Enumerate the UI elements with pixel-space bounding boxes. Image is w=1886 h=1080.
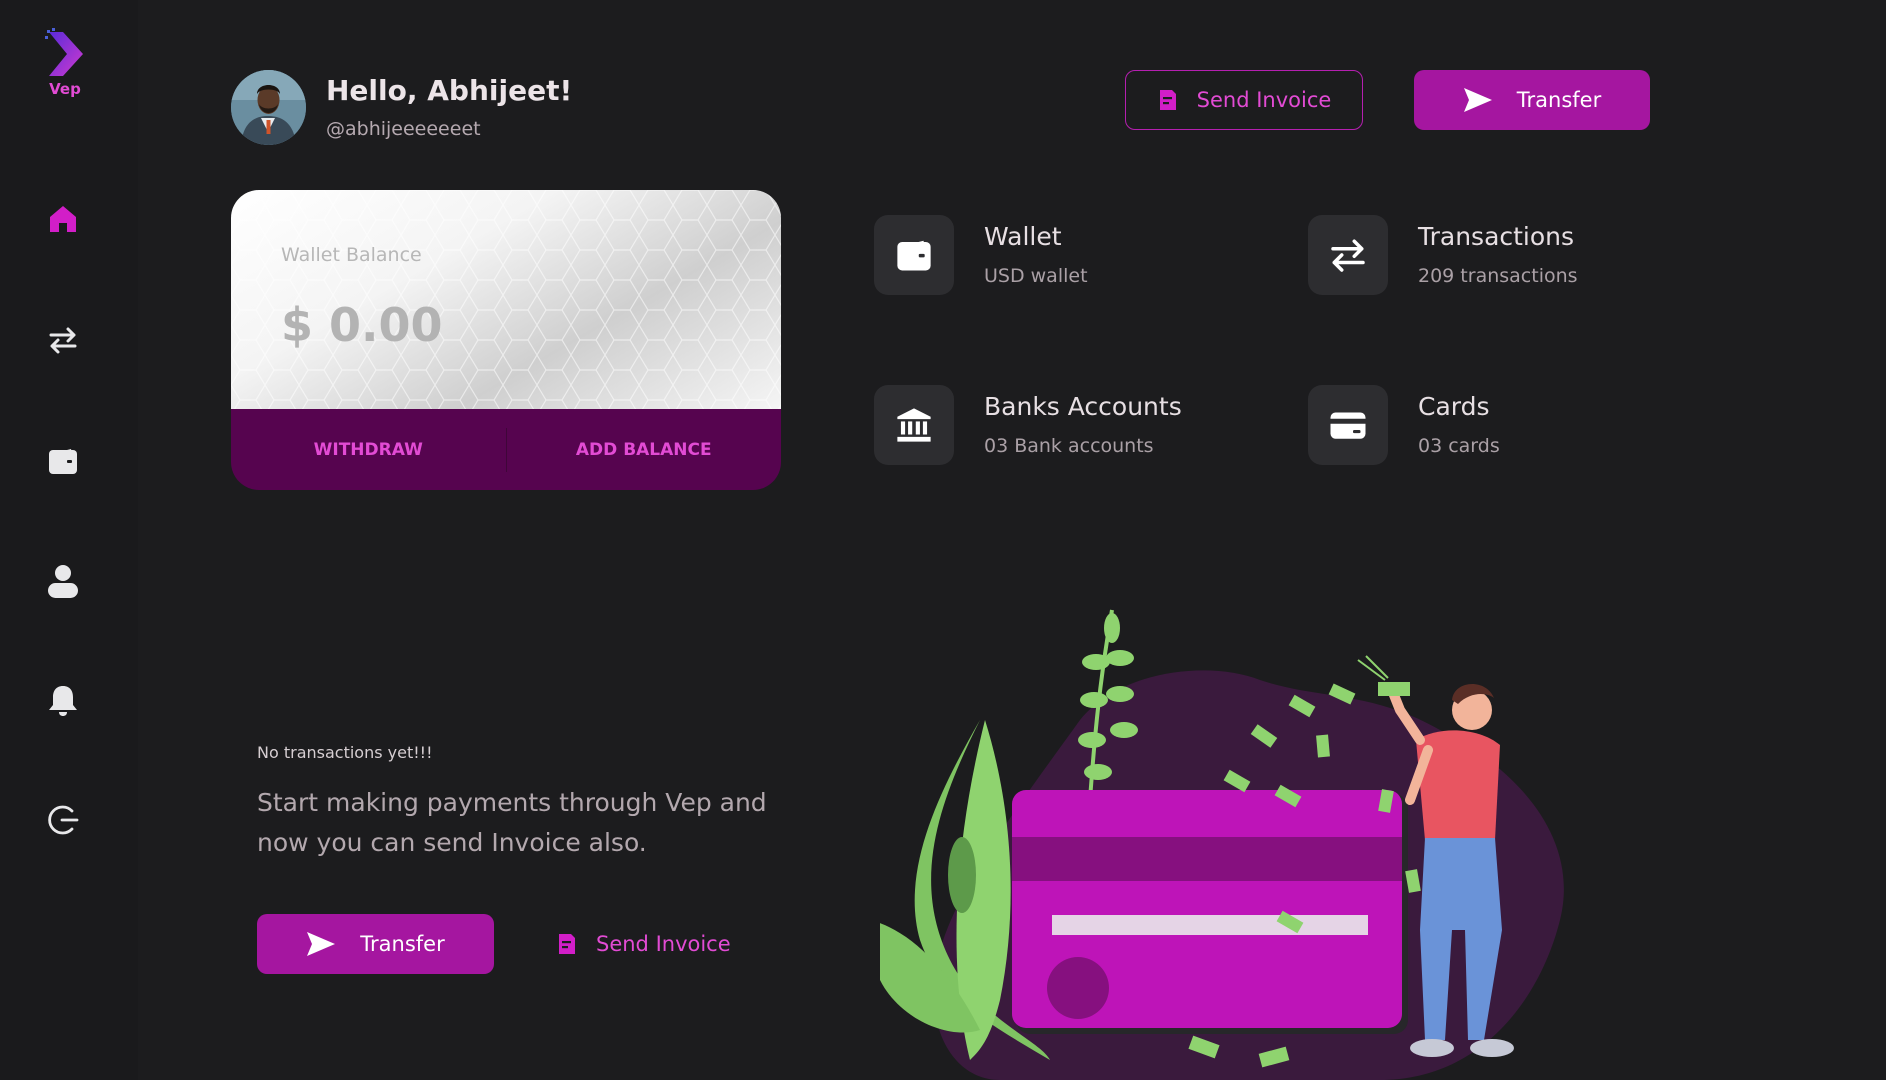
avatar[interactable] xyxy=(231,70,306,145)
transfer-button[interactable]: Transfer xyxy=(1414,70,1650,130)
stat-title: Cards xyxy=(1418,392,1490,421)
sidebar-item-wallet[interactable] xyxy=(39,437,87,485)
send-icon xyxy=(307,932,336,956)
sidebar: Vep xyxy=(0,0,138,1080)
payment-illustration xyxy=(880,609,1564,1080)
sidebar-item-transfers[interactable] xyxy=(39,316,87,364)
stat-bank-accounts[interactable]: Banks Accounts 03 Bank accounts xyxy=(874,360,1254,480)
stat-title: Banks Accounts xyxy=(984,392,1182,421)
empty-state-body: Start making payments through Vep and no… xyxy=(257,788,767,857)
transfer-label: Transfer xyxy=(360,932,445,956)
bell-icon xyxy=(49,686,77,716)
stat-subtitle: 03 cards xyxy=(1418,435,1500,457)
sidebar-item-profile[interactable] xyxy=(39,557,87,605)
wallet-card-face: Wallet Balance $ 0.00 xyxy=(231,190,781,409)
invoice-icon xyxy=(1159,90,1176,110)
send-invoice-label: Send Invoice xyxy=(596,932,731,956)
invoice-icon xyxy=(559,934,575,954)
wallet-balance-amount: $ 0.00 xyxy=(281,298,443,352)
stat-icon-box xyxy=(1308,215,1388,295)
stat-icon-box xyxy=(1308,385,1388,465)
stat-cards[interactable]: Cards 03 cards xyxy=(1308,360,1688,480)
wallet-card-actions: WITHDRAW ADD BALANCE xyxy=(231,409,781,490)
stat-transactions[interactable]: Transactions 209 transactions xyxy=(1308,190,1688,310)
sidebar-item-notifications[interactable] xyxy=(39,676,87,724)
stat-subtitle: 03 Bank accounts xyxy=(984,435,1154,457)
transfer-button-secondary[interactable]: Transfer xyxy=(257,914,494,974)
leaf-vein xyxy=(948,837,976,913)
user-icon xyxy=(48,565,78,598)
withdraw-button[interactable]: WITHDRAW xyxy=(231,440,506,460)
send-invoice-label: Send Invoice xyxy=(1196,88,1332,112)
home-icon xyxy=(50,206,76,232)
send-invoice-link[interactable]: Send Invoice xyxy=(556,914,731,974)
add-balance-button[interactable]: ADD BALANCE xyxy=(507,440,782,460)
sidebar-item-logout[interactable] xyxy=(39,796,87,844)
transfer-icon xyxy=(49,327,77,354)
send-invoice-button[interactable]: Send Invoice xyxy=(1125,70,1363,130)
transfer-label: Transfer xyxy=(1516,88,1602,112)
wallet-balance-label: Wallet Balance xyxy=(281,244,422,266)
empty-state-title: No transactions yet!!! xyxy=(257,743,433,762)
bank-icon xyxy=(897,408,931,442)
brand-logo[interactable]: Vep xyxy=(40,28,90,98)
logout-icon xyxy=(48,805,79,835)
logo-chevron-icon xyxy=(45,28,83,76)
wallet-balance-card: Wallet Balance $ 0.00 WITHDRAW ADD BALAN… xyxy=(231,190,781,490)
card-icon xyxy=(1330,412,1366,439)
wallet-icon xyxy=(897,240,931,271)
user-handle: @abhijeeeeeeet xyxy=(326,118,481,140)
stat-subtitle: USD wallet xyxy=(984,265,1088,287)
stat-icon-box xyxy=(874,385,954,465)
brand-name: Vep xyxy=(49,80,81,98)
transfer-icon xyxy=(1331,239,1365,272)
send-icon xyxy=(1463,88,1492,112)
stat-subtitle: 209 transactions xyxy=(1418,265,1578,287)
sidebar-item-home[interactable] xyxy=(39,195,87,243)
stat-wallet[interactable]: Wallet USD wallet xyxy=(874,190,1254,310)
wallet-icon xyxy=(49,449,77,474)
user-avatar-image xyxy=(231,70,306,145)
greeting-title: Hello, Abhijeet! xyxy=(326,74,573,107)
stat-icon-box xyxy=(874,215,954,295)
stat-title: Transactions xyxy=(1418,222,1575,251)
stat-title: Wallet xyxy=(984,222,1062,251)
